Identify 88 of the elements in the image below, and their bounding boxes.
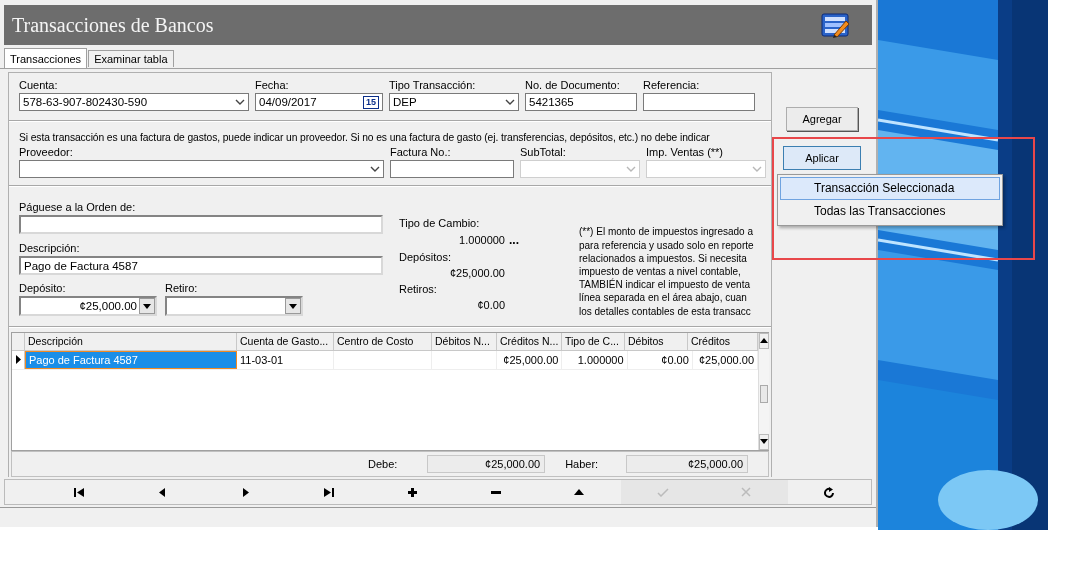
column-header[interactable]: Tipo de C... [562, 332, 625, 350]
chevron-down-icon [752, 166, 762, 173]
previous-icon [159, 487, 166, 497]
row-pointer-icon [15, 355, 21, 365]
note-line: (**) El monto de impuestos ingresado a [579, 225, 754, 239]
close-icon [740, 487, 751, 497]
up-triangle-icon [574, 489, 585, 495]
refresh-icon [823, 486, 835, 498]
column-header[interactable]: Débitos N... [432, 332, 497, 350]
field-label: Cuenta: [19, 79, 59, 91]
supplier-note: Si esta transacción es una factura de gastos, puede indicar un proveedor. Si no es una factura de gasto (ej. transferencias, depósitos, etc.) no debe indicar [18, 131, 711, 146]
combo-box[interactable]: DEP [389, 93, 519, 111]
field-label: Imp. Ventas (**) [646, 146, 725, 159]
column-header[interactable]: Descripción [25, 332, 237, 350]
field-label: Tipo Transacción: [389, 79, 477, 91]
note-line: los detalles contables de esta transacc [579, 304, 752, 318]
menu-item[interactable]: Transacción Seleccionada [780, 177, 1000, 200]
amount-field[interactable]: ¢25,000.00 [19, 296, 157, 317]
scroll-thumb[interactable] [760, 384, 768, 403]
summary-label: Depósitos: [399, 251, 452, 264]
last-record-icon [323, 487, 334, 497]
scroll-up-button[interactable] [759, 332, 769, 349]
column-header[interactable]: Débitos [625, 332, 688, 350]
text-field[interactable]: 5421365 [525, 93, 637, 111]
minus-icon [490, 490, 501, 494]
field-label: No. de Documento: [525, 79, 621, 91]
field-label: Factura No.: [390, 146, 452, 159]
field-label: SubTotal: [520, 146, 567, 159]
note-line: TAMBIÉN indicar el impuesto de venta [579, 278, 751, 292]
note-line: para referencia y usado solo en reporte [579, 238, 755, 252]
combo-box[interactable]: 578-63-907-802430-590 [19, 93, 249, 111]
field-label: Retiro: [165, 282, 199, 295]
scroll-down-button[interactable] [759, 433, 769, 450]
table-cell: 1.000000 [562, 350, 628, 369]
dropdown-button[interactable] [285, 298, 301, 315]
first-record-icon [73, 487, 84, 497]
text-field[interactable]: Pago de Factura 4587 [19, 256, 383, 276]
chevron-down-icon [235, 99, 245, 105]
window-title: Transacciones de Bancos [12, 13, 214, 37]
next-icon [242, 487, 249, 497]
action-button[interactable]: Agregar [786, 107, 858, 131]
tab[interactable]: Examinar tabla [88, 50, 174, 67]
date-field[interactable]: 04/09/2017 15 [255, 93, 383, 111]
ledger-pencil-icon [820, 11, 852, 39]
down-triangle-icon [289, 303, 297, 309]
chevron-down-icon [370, 166, 380, 173]
total-label: Haber: [565, 457, 600, 470]
total-label: Debe: [368, 457, 399, 470]
menu-item[interactable]: Todas las Transacciones [780, 200, 1000, 223]
column-header[interactable]: Cuenta de Gasto... [237, 332, 334, 350]
field-label: Depósito: [19, 282, 67, 295]
summary-value: ¢0.00 [477, 299, 505, 312]
note-line: relacionados a impuestos. Si necesita [579, 251, 748, 265]
note-line: impuesto de ventas a nivel contable, [579, 264, 742, 279]
chevron-down-icon [505, 99, 515, 105]
plus-icon [407, 487, 417, 497]
calendar-button[interactable]: 15 [363, 95, 379, 109]
field-label: Páguese a la Orden de: [19, 201, 137, 214]
table-cell: ¢25,000.00 [497, 350, 563, 369]
field-label: Descripción: [19, 242, 81, 255]
up-triangle-icon [760, 338, 768, 344]
ellipsis-button[interactable]: ... [507, 233, 521, 248]
note-line: línea separada en el área abajo, cuan [579, 291, 748, 305]
column-header[interactable]: Créditos N... [497, 332, 562, 350]
summary-value: 1.000000 [459, 234, 505, 247]
text-field[interactable] [390, 160, 514, 179]
combo-box[interactable] [19, 160, 384, 179]
field-label: Proveedor: [19, 146, 74, 159]
tab[interactable]: Transacciones [4, 48, 88, 68]
summary-label: Tipo de Cambio: [399, 217, 481, 230]
summary-label: Retiros: [399, 283, 438, 296]
table-cell: 11-03-01 [237, 350, 334, 369]
field-label: Referencia: [643, 79, 701, 91]
text-field[interactable] [643, 93, 755, 111]
summary-value: ¢25,000.00 [449, 267, 505, 280]
table-cell: ¢0.00 [627, 350, 693, 369]
dropdown-button[interactable] [139, 298, 155, 315]
down-triangle-icon [760, 439, 768, 445]
action-button[interactable]: Aplicar [783, 146, 861, 170]
chevron-down-icon [626, 166, 636, 173]
down-triangle-icon [143, 303, 151, 309]
check-icon [656, 487, 669, 497]
total-field: ¢25,000.00 [626, 454, 748, 473]
scrollbar[interactable] [758, 332, 769, 450]
column-header[interactable]: Centro de Costo [334, 332, 432, 350]
field-label: Fecha: [255, 79, 290, 91]
total-field: ¢25,000.00 [426, 454, 546, 473]
amount-field[interactable] [165, 296, 303, 317]
